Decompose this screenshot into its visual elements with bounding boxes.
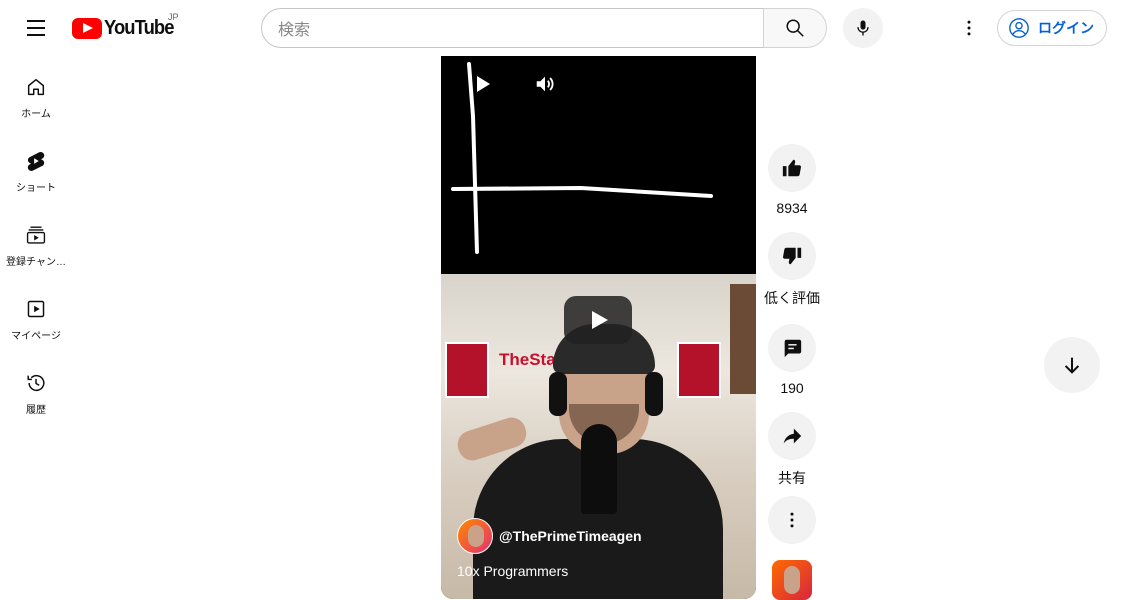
sidebar-item-shorts[interactable]: ショート: [4, 134, 68, 208]
like-action: 8934: [764, 144, 820, 216]
studio-wall-panel: [677, 342, 721, 398]
headphone-left: [549, 372, 567, 416]
youtube-logo[interactable]: YouTube: [72, 17, 180, 39]
sidebar-item-label: マイページ: [11, 331, 61, 342]
youtube-play-logo-icon: [72, 17, 102, 39]
next-video-button[interactable]: [1044, 337, 1100, 393]
comment-count: 190: [780, 380, 804, 396]
channel-name[interactable]: @ThePrimeTimeagen: [499, 528, 642, 544]
guide-menu-button[interactable]: [16, 8, 56, 48]
sidebar-item-label: ホーム: [21, 109, 51, 120]
video-title[interactable]: 10x Programmers: [457, 563, 568, 579]
search-icon: [786, 19, 804, 37]
studio-wall-panel: [445, 342, 489, 398]
search-input[interactable]: 検索: [261, 8, 764, 48]
share-label: 共有: [778, 470, 806, 486]
shorts-video-player[interactable]: TheSta @ThePrimeTimeagen 10x Programmers: [441, 56, 756, 599]
masthead: YouTube JP 検索 ログイン: [0, 0, 1124, 56]
history-icon: [27, 375, 45, 392]
mini-guide: ホーム ショート 登録チャン… マイページ 履歴: [4, 60, 68, 430]
comment-icon: [784, 339, 802, 358]
sound-thumbnail[interactable]: [772, 560, 812, 600]
arrow-down-icon: [1064, 357, 1080, 374]
play-icon: [477, 76, 490, 92]
studio-window: [730, 284, 756, 394]
account-circle-icon: [1009, 18, 1029, 38]
library-icon: [27, 300, 45, 318]
share-action: 共有: [764, 412, 820, 488]
studio-microphone: [581, 424, 617, 514]
home-icon: [27, 78, 45, 96]
microphone-icon: [857, 20, 869, 36]
region-code: JP: [168, 12, 179, 22]
more-vert-icon: [967, 20, 971, 36]
sidebar-item-library[interactable]: マイページ: [4, 282, 68, 356]
search-button[interactable]: [763, 8, 827, 48]
comment-button[interactable]: [768, 324, 816, 372]
thumb-down-icon: [782, 247, 802, 265]
login-label: ログイン: [1038, 20, 1094, 36]
dislike-label: 低く評価: [764, 290, 820, 306]
channel-avatar[interactable]: [457, 518, 493, 554]
hamburger-line: [27, 34, 45, 36]
studio-sign-text: TheSta: [499, 350, 556, 369]
like-button[interactable]: [768, 144, 816, 192]
hamburger-line: [27, 20, 45, 22]
dislike-button[interactable]: [768, 232, 816, 280]
like-count: 8934: [776, 200, 808, 216]
sidebar-item-home[interactable]: ホーム: [4, 60, 68, 134]
comment-action: 190: [764, 324, 820, 396]
volume-icon: [536, 76, 554, 92]
sidebar-item-history[interactable]: 履歴: [4, 356, 68, 430]
login-button[interactable]: ログイン: [997, 10, 1107, 46]
large-play-button[interactable]: [564, 296, 632, 344]
channel-info[interactable]: @ThePrimeTimeagen: [457, 518, 642, 554]
volume-button[interactable]: [531, 70, 559, 98]
settings-more-button[interactable]: [949, 8, 989, 48]
dislike-action: 低く評価: [764, 232, 820, 308]
voice-search-button[interactable]: [843, 8, 883, 48]
logo-text: YouTube: [104, 16, 174, 39]
action-bar: 8934 低く評価 190 共有: [764, 144, 820, 504]
search-placeholder: 検索: [278, 22, 311, 39]
sidebar-item-label: 履歴: [26, 405, 46, 416]
sidebar-item-subscriptions[interactable]: 登録チャン…: [4, 208, 68, 282]
sidebar-item-label: 登録チャン…: [6, 257, 66, 268]
subscriptions-icon: [26, 226, 46, 244]
thumb-up-icon: [782, 159, 802, 177]
sidebar-item-label: ショート: [16, 183, 56, 194]
more-actions-button[interactable]: [768, 496, 816, 544]
share-icon: [783, 428, 802, 444]
shorts-icon: [27, 151, 45, 171]
whiteboard-drawing-area: [441, 56, 756, 274]
hamburger-line: [27, 27, 45, 29]
more-vert-icon: [790, 512, 794, 528]
headphone-right: [645, 372, 663, 416]
play-pause-button[interactable]: [471, 72, 495, 96]
share-button[interactable]: [768, 412, 816, 460]
